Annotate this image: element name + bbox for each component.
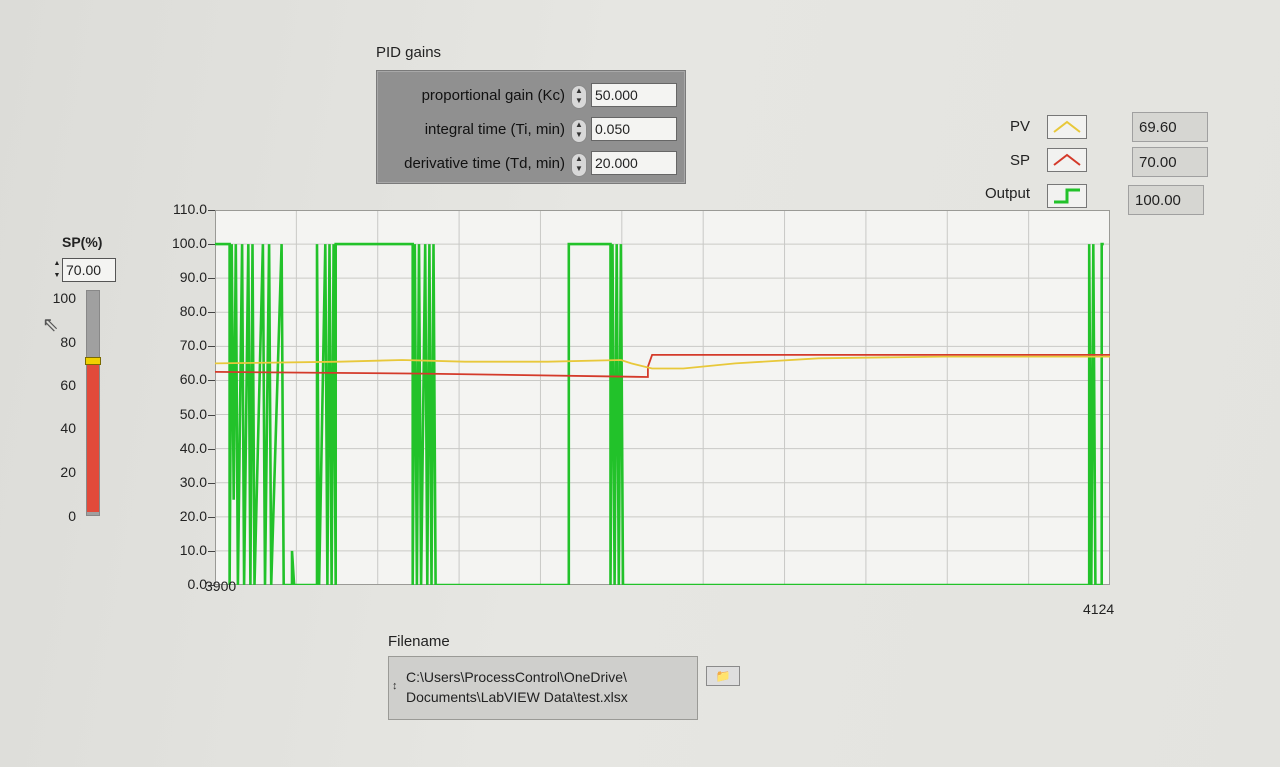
sp-slider-fill [87,360,99,512]
kc-label: proportional gain (Kc) [421,87,565,104]
y-tick-label: 50.0 [179,405,207,422]
y-tick-mark [208,312,215,314]
slider-tick-0: 0 [68,508,76,524]
y-tick-mark [208,380,215,382]
slider-tick-60: 60 [60,377,76,393]
waveform-chart[interactable] [214,209,1111,587]
y-tick-mark [208,448,215,450]
y-tick-label: 20.0 [179,507,207,524]
ti-label: integral time (Ti, min) [424,121,565,138]
y-tick-mark [208,210,215,211]
pid-row-td: derivative time (Td, min) ▲ ▼ 20.000 [377,149,685,179]
path-type-icon: ↕ [392,680,398,692]
browse-button[interactable]: 📁 [706,666,740,686]
filename-path-text[interactable]: C:\Users\ProcessControl\OneDrive\ Docume… [406,667,686,707]
y-tick-label: 100.0 [171,235,207,252]
td-increment-decrement-icon[interactable]: ▲ ▼ [571,153,587,177]
kc-input[interactable]: 50.000 [591,83,677,107]
filename-line-1: C:\Users\ProcessControl\OneDrive\ [406,669,627,685]
y-tick-mark [208,516,215,518]
y-tick-mark [208,346,215,348]
y-tick-label: 60.0 [179,371,207,388]
y-tick-label: 0.0 [187,576,207,592]
slider-tick-20: 20 [60,464,76,480]
legend-output-swatch-icon[interactable] [1047,184,1087,208]
series-line-sp [214,353,1110,378]
td-label: derivative time (Td, min) [404,155,565,172]
filename-title: Filename [388,633,450,650]
slider-tick-100: 100 [52,290,76,306]
sp-input[interactable]: 70.00 [62,258,116,282]
series-line-pv [214,355,1110,370]
sp-title: SP(%) [62,234,103,250]
kc-increment-decrement-icon[interactable]: ▲ ▼ [571,85,587,109]
folder-icon: 📁 [715,669,731,683]
y-tick-label: 70.0 [179,337,207,354]
y-tick-mark [208,278,215,280]
filename-line-2: Documents\LabVIEW Data\test.xlsx [406,689,628,705]
y-tick-label: 110.0 [173,201,207,217]
output-indicator: 100.00 [1128,185,1204,215]
sp-indicator: 70.00 [1132,147,1208,177]
x-tick-end: 4124 [1083,601,1115,617]
legend-output-label: Output [984,185,1030,202]
pid-row-kc: proportional gain (Kc) ▲ ▼ 50.000 [377,81,685,111]
pid-gains-title: PID gains [376,44,442,61]
slider-tick-40: 40 [60,420,76,436]
td-input[interactable]: 20.000 [591,151,677,175]
y-tick-mark [208,414,215,416]
chart-canvas [214,209,1111,587]
mouse-cursor-icon: ⇖ [42,314,59,336]
ti-input[interactable]: 0.050 [591,117,677,141]
sp-increment-decrement-icon[interactable]: ▲ ▼ [52,258,62,282]
y-tick-mark [208,550,215,552]
y-tick-label: 40.0 [179,439,207,456]
sp-slider-thumb[interactable] [85,356,101,365]
ti-increment-decrement-icon[interactable]: ▲ ▼ [571,119,587,143]
pid-row-ti: integral time (Ti, min) ▲ ▼ 0.050 [377,115,685,145]
y-tick-label: 90.0 [179,269,207,286]
pid-gains-cluster: proportional gain (Kc) ▲ ▼ 50.000 integra… [376,70,686,184]
legend-sp-swatch-icon[interactable] [1047,148,1087,172]
y-tick-mark [208,244,215,246]
y-tick-mark [208,482,215,484]
y-tick-label: 30.0 [179,473,207,490]
pv-indicator: 69.60 [1132,112,1208,142]
x-tick-start: 3900 [205,578,237,594]
legend-pv-swatch-icon[interactable] [1047,115,1087,139]
legend-sp-label: SP [1009,152,1030,169]
legend-pv-label: PV [1009,118,1030,135]
y-tick-label: 10.0 [179,541,207,558]
plot-border [215,210,1110,585]
y-tick-label: 80.0 [179,303,207,320]
